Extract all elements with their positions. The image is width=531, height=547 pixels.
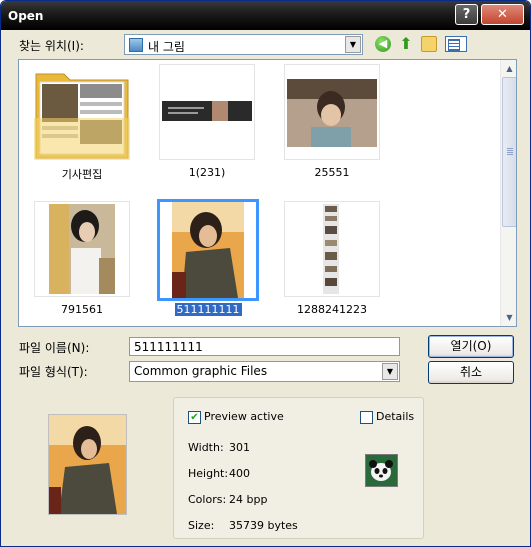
preview-active-label: Preview active (204, 410, 284, 423)
file-name: 791561 (61, 303, 103, 316)
scrollbar-thumb[interactable] (502, 77, 516, 227)
filetype-label: 파일 형식(T): (19, 365, 88, 379)
file-name: 기사편집 (61, 168, 103, 181)
image-thumbnail (159, 64, 255, 160)
view-menu-icon[interactable] (445, 36, 467, 52)
size-value: 35739 bytes (229, 519, 298, 532)
vertical-scrollbar[interactable]: ▲ ▼ (500, 60, 516, 326)
colors-value: 24 bpp (229, 493, 268, 506)
file-name: 511111111 (174, 303, 242, 316)
open-button[interactable]: 열기(O) (428, 335, 514, 358)
up-folder-icon[interactable]: ⬆ (398, 36, 414, 52)
file-list[interactable]: 기사편집 1(231) 25551 791561 511111111 12882… (18, 59, 517, 327)
preview-info-panel: ✔ Preview active Details Width: 301 Heig… (173, 397, 424, 539)
width-value: 301 (229, 441, 250, 454)
look-in-label: 찾는 위치(I): (19, 39, 84, 53)
file-name: 25551 (314, 166, 350, 179)
filetype-select[interactable]: Common graphic Files ▼ (129, 361, 400, 382)
size-label: Size: (188, 519, 215, 532)
colors-label: Colors: (188, 493, 227, 506)
title-bar[interactable]: Open ? ✕ (1, 1, 530, 30)
scroll-down-arrow-icon[interactable]: ▼ (501, 309, 516, 326)
help-button[interactable]: ? (455, 4, 478, 25)
preview-image (48, 414, 127, 515)
filename-label: 파일 이름(N): (19, 341, 90, 355)
file-name: 1288241223 (297, 303, 367, 316)
image-thumbnail (284, 64, 380, 160)
image-thumbnail (34, 201, 130, 297)
close-button[interactable]: ✕ (481, 4, 524, 25)
file-name: 1(231) (188, 166, 226, 179)
panda-icon (365, 454, 398, 487)
my-pictures-folder-icon (129, 38, 143, 52)
chevron-down-icon[interactable]: ▼ (345, 36, 361, 53)
new-folder-icon[interactable] (421, 36, 437, 52)
look-in-value: 내 그림 (148, 40, 185, 54)
filename-input[interactable]: 511111111 (129, 337, 400, 356)
image-thumbnail (284, 201, 380, 297)
details-label: Details (376, 410, 415, 423)
cancel-button[interactable]: 취소 (428, 361, 514, 384)
window-title: Open (8, 9, 44, 23)
folder-icon (34, 64, 130, 160)
scroll-up-arrow-icon[interactable]: ▲ (501, 60, 516, 77)
preview-active-checkbox[interactable]: ✔ (188, 411, 201, 424)
details-checkbox[interactable] (360, 411, 373, 424)
open-dialog: Open ? ✕ 찾는 위치(I): 내 그림 ▼ ◀ ⬆ 기사편집 1(231… (0, 0, 531, 547)
chevron-down-icon[interactable]: ▼ (382, 363, 398, 380)
back-icon[interactable]: ◀ (375, 36, 391, 52)
width-label: Width: (188, 441, 224, 454)
height-label: Height: (188, 467, 229, 480)
look-in-combo[interactable]: 내 그림 ▼ (124, 34, 363, 55)
filetype-value: Common graphic Files (134, 364, 268, 378)
height-value: 400 (229, 467, 250, 480)
image-thumbnail (157, 199, 259, 301)
